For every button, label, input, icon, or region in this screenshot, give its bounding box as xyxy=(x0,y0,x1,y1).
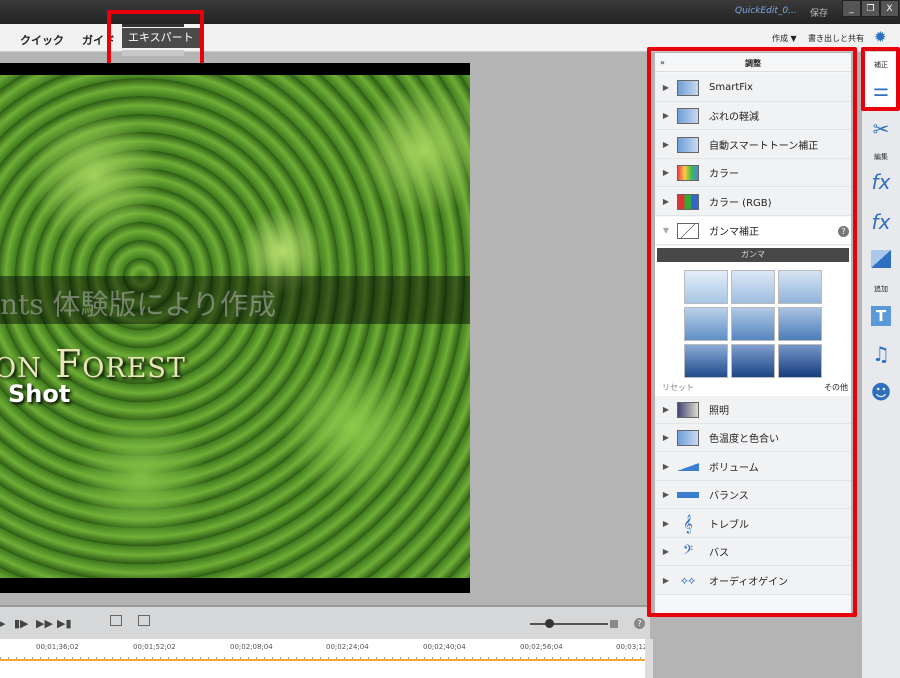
music-icon[interactable]: ♫ xyxy=(866,342,896,366)
highlight-expert xyxy=(107,10,204,67)
transitions-icon[interactable] xyxy=(871,250,891,268)
export-share-menu[interactable]: 書き出しと共有 xyxy=(808,33,864,44)
timecode: 00;01;36;02 xyxy=(36,643,79,651)
timecode: 00;02;40;04 xyxy=(423,643,466,651)
video-frame xyxy=(0,75,470,578)
help-icon[interactable]: ? xyxy=(634,618,645,629)
monitor-icon[interactable] xyxy=(110,615,122,626)
highlight-panel xyxy=(647,47,857,617)
timeline-ticks xyxy=(0,657,645,661)
timecode: 00;02;24;04 xyxy=(326,643,369,651)
zoom-in-icon[interactable] xyxy=(610,620,618,628)
add-label: 追加 xyxy=(874,285,888,293)
zoom-slider[interactable] xyxy=(530,623,608,625)
timeline-scrollbar[interactable] xyxy=(645,639,653,678)
play-icon[interactable]: ▸ xyxy=(0,617,6,630)
tools-icon[interactable]: ✂ xyxy=(866,117,896,141)
timecode: 00;02;08;04 xyxy=(230,643,273,651)
document-name: QuickEdit_0... xyxy=(735,6,797,16)
gear-icon[interactable]: ✹ xyxy=(874,28,887,46)
highlight-adjust xyxy=(861,47,900,111)
applied-effects-icon[interactable]: fx xyxy=(866,170,896,194)
create-menu[interactable]: 作成 ▼ xyxy=(772,33,797,44)
video-subtitle: Shot xyxy=(8,380,71,408)
fullscreen-monitor-icon[interactable] xyxy=(138,615,150,626)
close-button[interactable]: X xyxy=(880,0,899,17)
go-to-end-icon[interactable]: ▶▮ xyxy=(57,617,72,630)
timecode: 00;02;56;04 xyxy=(520,643,563,651)
save-button[interactable]: 保存 xyxy=(810,6,828,19)
trial-watermark: nts 体験版により作成 xyxy=(0,288,276,321)
graphics-smiley-icon[interactable]: ☻ xyxy=(866,380,896,404)
timecode: 00;01;52;02 xyxy=(133,643,176,651)
effects-icon[interactable]: fx xyxy=(866,210,896,234)
restore-button[interactable]: ❐ xyxy=(861,0,880,17)
edit-label: 編集 xyxy=(874,153,888,161)
zoom-slider-thumb[interactable] xyxy=(545,619,554,628)
titles-icon[interactable]: T xyxy=(871,306,891,326)
tab-quick[interactable]: クイック xyxy=(20,32,64,48)
minimize-button[interactable]: _ xyxy=(842,0,861,17)
next-frame-icon[interactable]: ▮▶ xyxy=(14,617,29,630)
fast-forward-icon[interactable]: ▶▶ xyxy=(36,617,53,630)
